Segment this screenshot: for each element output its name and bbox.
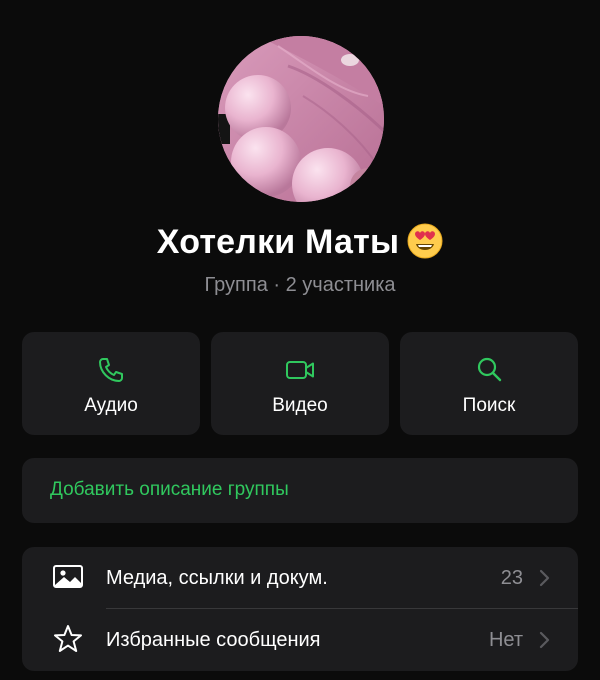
audio-label: Аудио [84, 395, 138, 416]
video-camera-icon [286, 361, 314, 379]
search-icon [477, 357, 502, 382]
video-label: Видео [272, 395, 328, 416]
add-description-card[interactable]: Добавить описание группы [22, 458, 578, 523]
group-name-text: Хотелки Маты [156, 223, 400, 261]
add-description-link[interactable]: Добавить описание группы [50, 478, 289, 502]
action-buttons: Аудио Видео Поиск [22, 332, 578, 435]
media-links-docs-label: Медиа, ссылки и докум. [106, 567, 328, 589]
group-subtitle: Группа · 2 участника [204, 274, 396, 296]
audio-call-button[interactable]: Аудио [22, 332, 200, 435]
media-links-docs-row[interactable]: Медиа, ссылки и докум. 23 [22, 547, 578, 609]
avatar-photo [218, 36, 384, 202]
group-avatar[interactable] [218, 36, 384, 202]
group-info-list: Медиа, ссылки и докум. 23 Избранные сооб… [22, 547, 578, 671]
heart-eyes-emoji-icon [407, 223, 443, 259]
group-name-heading: Хотелки Маты [0, 220, 600, 264]
search-button[interactable]: Поиск [400, 332, 578, 435]
chevron-right-icon [539, 569, 550, 587]
phone-icon [99, 358, 123, 382]
starred-messages-value: Нет [488, 629, 523, 651]
star-icon [54, 625, 82, 652]
chevron-right-icon [539, 631, 550, 649]
media-count: 23 [500, 567, 523, 589]
photo-icon [53, 565, 83, 588]
starred-messages-label: Избранные сообщения [106, 629, 321, 651]
search-label: Поиск [462, 395, 516, 416]
video-call-button[interactable]: Видео [211, 332, 389, 435]
starred-messages-row[interactable]: Избранные сообщения Нет [22, 609, 578, 670]
